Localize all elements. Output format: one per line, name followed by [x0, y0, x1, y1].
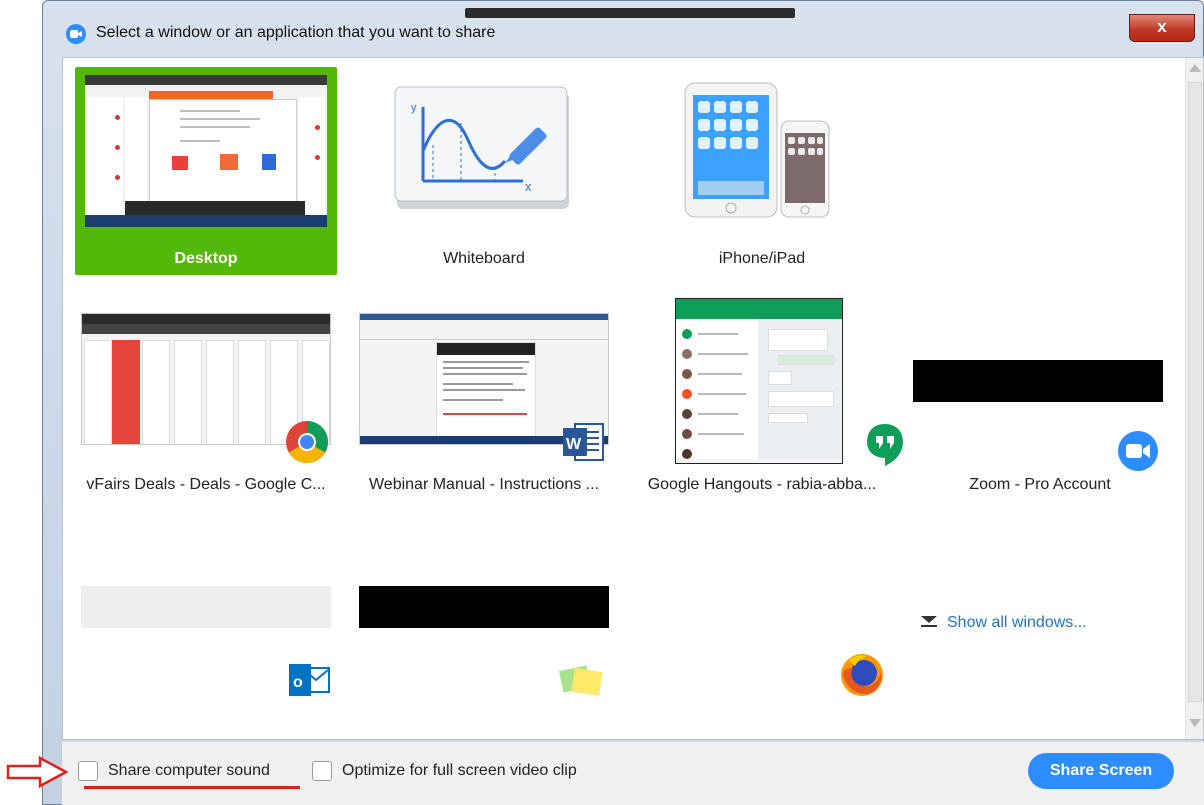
tile-label: vFairs Deals - Deals - Google C... [86, 476, 326, 493]
optimize-video-label: Optimize for full screen video clip [342, 762, 577, 779]
show-all-label: Show all windows... [947, 614, 1087, 631]
window-preview [913, 360, 1163, 402]
close-button[interactable]: x [1129, 14, 1195, 42]
window-preview [359, 586, 609, 628]
expand-icon [921, 616, 937, 628]
title-bar: Select a window or an application that y… [52, 14, 1204, 56]
scroll-up-arrow-icon[interactable] [1189, 64, 1201, 72]
whiteboard-icon: y x [393, 85, 573, 215]
svg-text:x: x [525, 179, 532, 194]
share-sound-label: Share computer sound [108, 762, 270, 779]
word-icon: W [561, 422, 605, 467]
scroll-down-arrow-icon[interactable] [1189, 719, 1201, 727]
scroll-thumb[interactable] [1188, 82, 1202, 702]
share-tile-desktop[interactable]: Desktop [75, 67, 337, 275]
share-selection-grid: Desktop y x Whiteboard iPhone/iPad vFair… [62, 57, 1204, 740]
desktop-preview [85, 75, 327, 227]
share-tile-zoom-window[interactable]: Zoom - Pro Account [909, 298, 1171, 506]
annotation-underline [84, 786, 300, 789]
svg-text:o: o [293, 674, 303, 691]
window-preview [675, 298, 843, 464]
tile-label: Whiteboard [443, 250, 525, 267]
optimize-video-option[interactable]: Optimize for full screen video clip [312, 760, 577, 782]
tile-label: Webinar Manual - Instructions ... [368, 476, 600, 493]
tile-label: Zoom - Pro Account [969, 476, 1111, 493]
firefox-icon [839, 652, 885, 703]
share-tile-word-window[interactable]: W Webinar Manual - Instructions ... [353, 298, 615, 506]
share-tile-hangouts-window[interactable]: Google Hangouts - rabia-abba... [631, 298, 903, 506]
zoom-icon [1117, 430, 1159, 477]
share-screen-button[interactable]: Share Screen [1028, 753, 1174, 789]
chrome-icon [285, 420, 329, 469]
zoom-logo-icon [66, 24, 86, 44]
iphone-ipad-icon [681, 81, 841, 223]
svg-text:W: W [566, 436, 582, 453]
scrollbar[interactable] [1185, 58, 1203, 739]
show-all-windows-link[interactable]: Show all windows... [921, 614, 1087, 632]
share-tile-iphone-ipad[interactable]: iPhone/iPad [631, 67, 893, 275]
tile-label: iPhone/iPad [718, 250, 806, 267]
share-tile-firefox-window[interactable] [631, 578, 893, 739]
tile-label: Desktop [174, 250, 238, 267]
tile-label: Google Hangouts - rabia-abba... [647, 476, 877, 493]
dialog-title: Select a window or an application that y… [96, 24, 496, 41]
svg-text:y: y [411, 102, 417, 114]
hangouts-icon [865, 422, 905, 473]
annotation-arrow-icon [6, 755, 69, 793]
sticky-notes-icon [557, 660, 607, 703]
window-preview [81, 586, 331, 628]
share-tile-sticky-notes-window[interactable] [353, 578, 615, 739]
outlook-icon: o [287, 662, 331, 703]
share-tile-whiteboard[interactable]: y x Whiteboard [353, 67, 615, 275]
share-computer-sound-option[interactable]: Share computer sound [78, 760, 270, 782]
footer-bar: Share computer sound Optimize for full s… [62, 741, 1204, 805]
share-sound-checkbox[interactable] [78, 761, 98, 781]
share-tile-outlook-window[interactable]: o [75, 578, 337, 739]
optimize-video-checkbox[interactable] [312, 761, 332, 781]
share-tile-chrome-window[interactable]: vFairs Deals - Deals - Google C... [75, 298, 337, 506]
